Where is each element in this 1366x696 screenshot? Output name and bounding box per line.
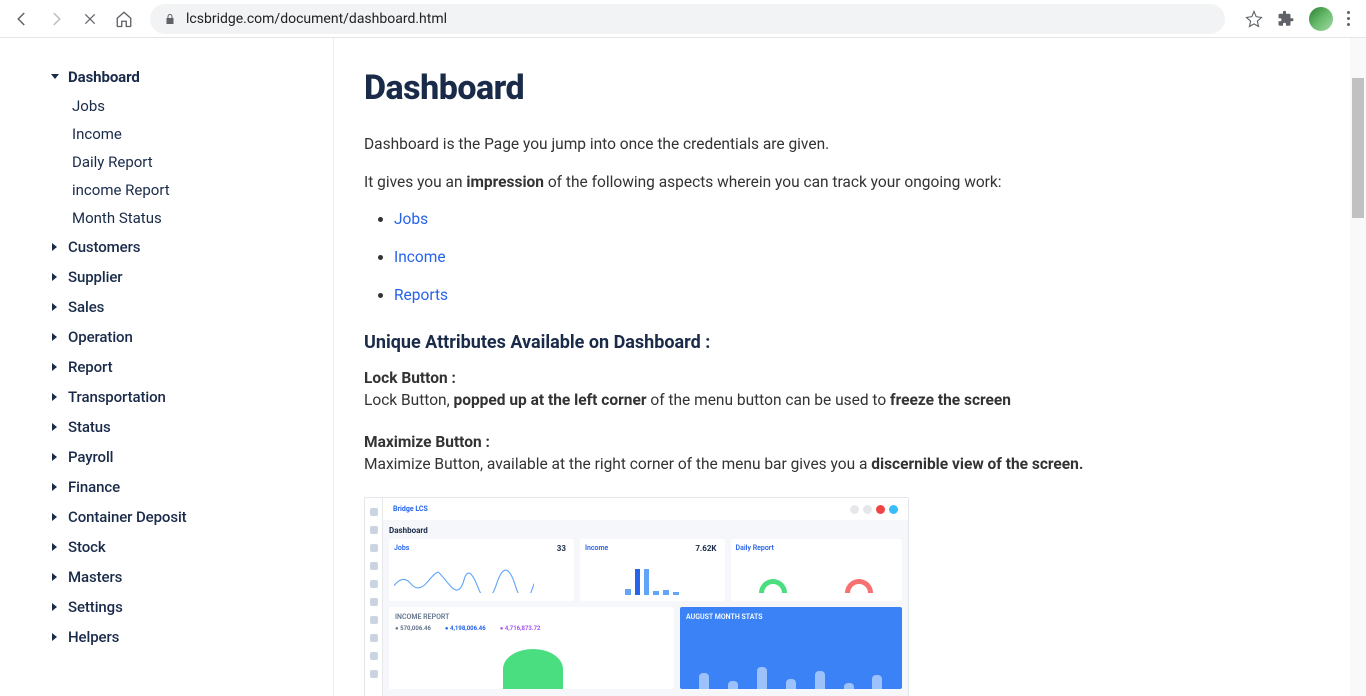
main-content: Dashboard Dashboard is the Page you jump… bbox=[334, 38, 1366, 696]
maximize-button-paragraph: Maximize Button, available at the right … bbox=[364, 455, 1326, 473]
url-text: lcsbridge.com/document/dashboard.html bbox=[186, 11, 447, 27]
sidebar-item-supplier[interactable]: Supplier bbox=[50, 262, 333, 292]
home-button[interactable] bbox=[110, 5, 138, 33]
scrollbar-thumb[interactable] bbox=[1352, 78, 1364, 218]
intro-paragraph-1: Dashboard is the Page you jump into once… bbox=[364, 132, 1326, 156]
sidebar-nav: DashboardJobsIncomeDaily Reportincome Re… bbox=[14, 38, 334, 696]
extensions-icon[interactable] bbox=[1277, 10, 1295, 28]
sidebar-item-dashboard[interactable]: Dashboard bbox=[50, 62, 333, 92]
maximize-button-heading: Maximize Button : bbox=[364, 433, 1326, 451]
sidebar-subitem-daily-report[interactable]: Daily Report bbox=[72, 148, 333, 176]
dashboard-screenshot: Bridge LCS Dashboard Jobs 33 Income 7.62… bbox=[364, 497, 909, 696]
star-icon[interactable] bbox=[1245, 10, 1263, 28]
sidebar-item-finance[interactable]: Finance bbox=[50, 472, 333, 502]
sidebar-item-operation[interactable]: Operation bbox=[50, 322, 333, 352]
sidebar-item-masters[interactable]: Masters bbox=[50, 562, 333, 592]
sidebar-item-report[interactable]: Report bbox=[50, 352, 333, 382]
lock-icon bbox=[164, 13, 176, 25]
aspect-link-item: Jobs bbox=[394, 210, 1326, 228]
aspect-links: Jobs Income Reports bbox=[394, 210, 1326, 304]
sidebar-item-sales[interactable]: Sales bbox=[50, 292, 333, 322]
browser-right-icons bbox=[1237, 7, 1358, 31]
sidebar-subitem-month-status[interactable]: Month Status bbox=[72, 204, 333, 232]
aspect-link-item: Income bbox=[394, 248, 1326, 266]
aspect-link-item: Reports bbox=[394, 286, 1326, 304]
sidebar-item-container-deposit[interactable]: Container Deposit bbox=[50, 502, 333, 532]
sidebar-item-helpers[interactable]: Helpers bbox=[50, 622, 333, 652]
url-bar[interactable]: lcsbridge.com/document/dashboard.html bbox=[150, 4, 1225, 34]
sidebar-item-payroll[interactable]: Payroll bbox=[50, 442, 333, 472]
sidebar-subitem-jobs[interactable]: Jobs bbox=[72, 92, 333, 120]
sidebar-item-transportation[interactable]: Transportation bbox=[50, 382, 333, 412]
page-title: Dashboard bbox=[364, 68, 1326, 108]
sidebar-item-status[interactable]: Status bbox=[50, 412, 333, 442]
stop-button[interactable] bbox=[76, 5, 104, 33]
sidebar-item-customers[interactable]: Customers bbox=[50, 232, 333, 262]
profile-avatar[interactable] bbox=[1309, 7, 1333, 31]
sidebar-item-settings[interactable]: Settings bbox=[50, 592, 333, 622]
sidebar-item-stock[interactable]: Stock bbox=[50, 532, 333, 562]
aspect-link-reports[interactable]: Reports bbox=[394, 286, 448, 304]
sidebar-subitem-income-report[interactable]: income Report bbox=[72, 176, 333, 204]
browser-toolbar: lcsbridge.com/document/dashboard.html bbox=[0, 0, 1366, 38]
section-subtitle: Unique Attributes Available on Dashboard… bbox=[364, 332, 1326, 353]
sidebar-subitem-income[interactable]: Income bbox=[72, 120, 333, 148]
lock-button-heading: Lock Button : bbox=[364, 369, 1326, 387]
forward-button[interactable] bbox=[42, 5, 70, 33]
back-button[interactable] bbox=[8, 5, 36, 33]
aspect-link-jobs[interactable]: Jobs bbox=[394, 210, 428, 228]
kebab-menu-icon[interactable] bbox=[1347, 11, 1350, 26]
scrollbar-track[interactable] bbox=[1350, 38, 1366, 696]
intro-paragraph-2: It gives you an impression of the follow… bbox=[364, 170, 1326, 194]
lock-button-paragraph: Lock Button, popped up at the left corne… bbox=[364, 391, 1326, 409]
aspect-link-income[interactable]: Income bbox=[394, 248, 446, 266]
